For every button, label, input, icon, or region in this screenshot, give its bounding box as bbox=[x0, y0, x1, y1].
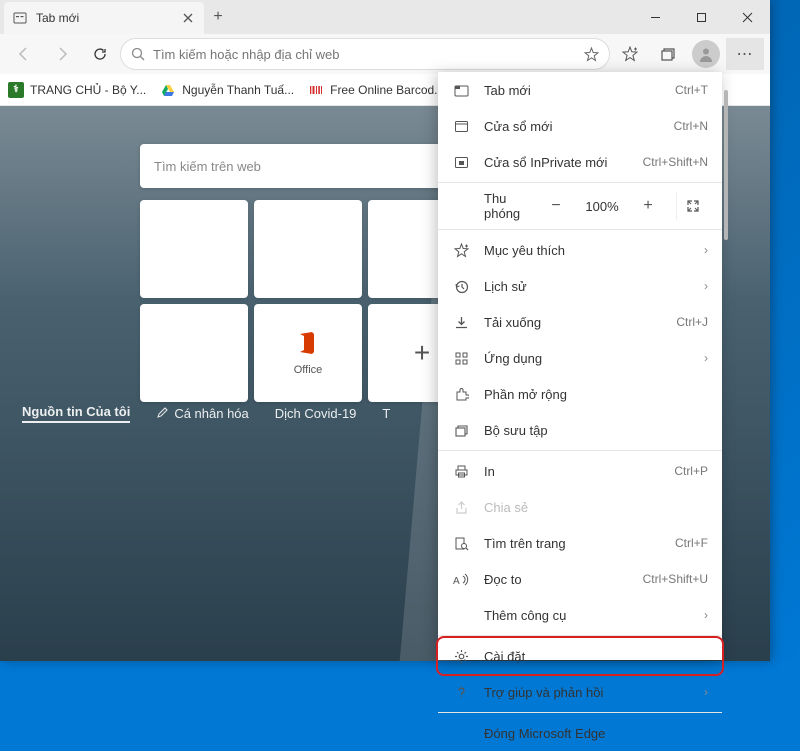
menu-extensions[interactable]: Phần mở rộng bbox=[438, 376, 722, 412]
new-tab-button[interactable]: + bbox=[204, 0, 232, 34]
find-icon bbox=[452, 536, 470, 551]
favorites-toolbar-icon[interactable] bbox=[612, 38, 648, 70]
pencil-icon bbox=[156, 407, 168, 419]
quick-link-tile[interactable] bbox=[254, 200, 362, 298]
news-tab-covid[interactable]: Dịch Covid-19 bbox=[275, 406, 357, 421]
apps-icon bbox=[452, 351, 470, 366]
fullscreen-button[interactable] bbox=[676, 192, 708, 220]
inprivate-icon bbox=[452, 155, 470, 170]
address-input[interactable] bbox=[153, 47, 576, 62]
settings-menu: Tab mới Ctrl+T Cửa sổ mới Ctrl+N Cửa sổ … bbox=[438, 72, 722, 660]
menu-downloads[interactable]: Tải xuống Ctrl+J bbox=[438, 304, 722, 340]
menu-readaloud[interactable]: A Đọc to Ctrl+Shift+U bbox=[438, 561, 722, 597]
chevron-right-icon: › bbox=[704, 243, 708, 257]
menu-zoom-row: Thu phóng − 100% + bbox=[438, 185, 722, 227]
chevron-right-icon: › bbox=[704, 351, 708, 365]
chevron-right-icon: › bbox=[704, 279, 708, 293]
history-icon bbox=[452, 279, 470, 294]
web-search-placeholder: Tìm kiếm trên web bbox=[154, 159, 261, 174]
bookmark-label: Free Online Barcod... bbox=[330, 83, 444, 97]
star-icon bbox=[452, 243, 470, 258]
extension-icon bbox=[452, 387, 470, 402]
menu-new-window[interactable]: Cửa sổ mới Ctrl+N bbox=[438, 108, 722, 144]
menu-new-tab[interactable]: Tab mới Ctrl+T bbox=[438, 72, 722, 108]
readaloud-icon: A bbox=[452, 572, 470, 587]
menu-inprivate[interactable]: Cửa sổ InPrivate mới Ctrl+Shift+N bbox=[438, 144, 722, 180]
titlebar: Tab mới + bbox=[0, 0, 770, 34]
bookmark-favicon-icon: ⚕ bbox=[8, 82, 24, 98]
gear-icon bbox=[452, 649, 470, 664]
newtab-icon bbox=[452, 83, 470, 98]
quick-link-tile[interactable] bbox=[140, 200, 248, 298]
window-maximize-button[interactable] bbox=[678, 0, 724, 34]
quick-links-grid: Office + bbox=[140, 200, 476, 402]
menu-find[interactable]: Tìm trên trang Ctrl+F bbox=[438, 525, 722, 561]
collections-toolbar-icon[interactable] bbox=[650, 38, 686, 70]
menu-moretools[interactable]: Thêm công cụ › bbox=[438, 597, 722, 633]
download-icon bbox=[452, 315, 470, 330]
more-menu-button[interactable]: ⋯ bbox=[726, 38, 764, 70]
window-icon bbox=[452, 119, 470, 134]
chevron-right-icon: › bbox=[704, 608, 708, 622]
news-tab-myfeed[interactable]: Nguồn tin Của tôi bbox=[22, 404, 130, 423]
tab-favicon-icon bbox=[12, 10, 28, 26]
svg-text:A: A bbox=[453, 576, 460, 587]
help-icon bbox=[452, 685, 470, 700]
bookmark-item[interactable]: ⚕ TRANG CHỦ - Bộ Y... bbox=[8, 82, 146, 98]
bookmark-label: TRANG CHỦ - Bộ Y... bbox=[30, 83, 146, 97]
print-icon bbox=[452, 464, 470, 479]
menu-collections[interactable]: Bộ sưu tập bbox=[438, 412, 722, 448]
profile-button[interactable] bbox=[692, 40, 720, 68]
office-icon bbox=[294, 330, 322, 358]
menu-history[interactable]: Lịch sử › bbox=[438, 268, 722, 304]
menu-settings[interactable]: Cài đặt bbox=[438, 638, 722, 674]
favorite-star-icon[interactable] bbox=[584, 47, 599, 62]
menu-close-edge[interactable]: Đóng Microsoft Edge bbox=[438, 715, 722, 751]
barcode-favicon-icon bbox=[308, 82, 324, 98]
window-controls bbox=[632, 0, 770, 34]
chevron-right-icon: › bbox=[704, 685, 708, 699]
menu-scrollbar[interactable] bbox=[724, 90, 728, 240]
window-close-button[interactable] bbox=[724, 0, 770, 34]
tile-label: Office bbox=[294, 364, 323, 376]
plus-icon: + bbox=[414, 337, 430, 369]
address-bar[interactable] bbox=[120, 38, 610, 70]
quick-link-tile[interactable] bbox=[140, 304, 248, 402]
menu-help[interactable]: Trợ giúp và phản hồi › bbox=[438, 674, 722, 710]
news-tab-more[interactable]: T bbox=[382, 406, 390, 421]
share-icon bbox=[452, 500, 470, 515]
bookmark-item[interactable]: Nguyễn Thanh Tuấ... bbox=[160, 82, 294, 98]
news-tab-personalize[interactable]: Cá nhân hóa bbox=[156, 406, 248, 421]
menu-favorites[interactable]: Mục yêu thích › bbox=[438, 232, 722, 268]
bookmark-item[interactable]: Free Online Barcod... bbox=[308, 82, 444, 98]
forward-button[interactable] bbox=[44, 38, 80, 70]
bookmark-label: Nguyễn Thanh Tuấ... bbox=[182, 83, 294, 97]
collections-icon bbox=[452, 423, 470, 438]
toolbar: ⋯ bbox=[0, 34, 770, 74]
news-tabs: Nguồn tin Của tôi Cá nhân hóa Dịch Covid… bbox=[0, 390, 475, 436]
menu-share: Chia sẻ bbox=[438, 489, 722, 525]
desktop-background: Tab mới + bbox=[0, 0, 800, 661]
search-icon bbox=[131, 47, 145, 61]
tab-title: Tab mới bbox=[36, 11, 172, 25]
web-search-box[interactable]: Tìm kiếm trên web bbox=[140, 144, 475, 188]
zoom-value: 100% bbox=[580, 199, 624, 214]
drive-favicon-icon bbox=[160, 82, 176, 98]
menu-apps[interactable]: Ứng dụng › bbox=[438, 340, 722, 376]
quick-link-tile-office[interactable]: Office bbox=[254, 304, 362, 402]
browser-tab[interactable]: Tab mới bbox=[4, 2, 204, 34]
zoom-in-button[interactable]: + bbox=[632, 192, 664, 220]
zoom-out-button[interactable]: − bbox=[540, 192, 572, 220]
menu-print[interactable]: In Ctrl+P bbox=[438, 453, 722, 489]
tab-close-icon[interactable] bbox=[180, 10, 196, 26]
refresh-button[interactable] bbox=[82, 38, 118, 70]
window-minimize-button[interactable] bbox=[632, 0, 678, 34]
edge-browser-window: Tab mới + bbox=[0, 0, 770, 661]
back-button[interactable] bbox=[6, 38, 42, 70]
